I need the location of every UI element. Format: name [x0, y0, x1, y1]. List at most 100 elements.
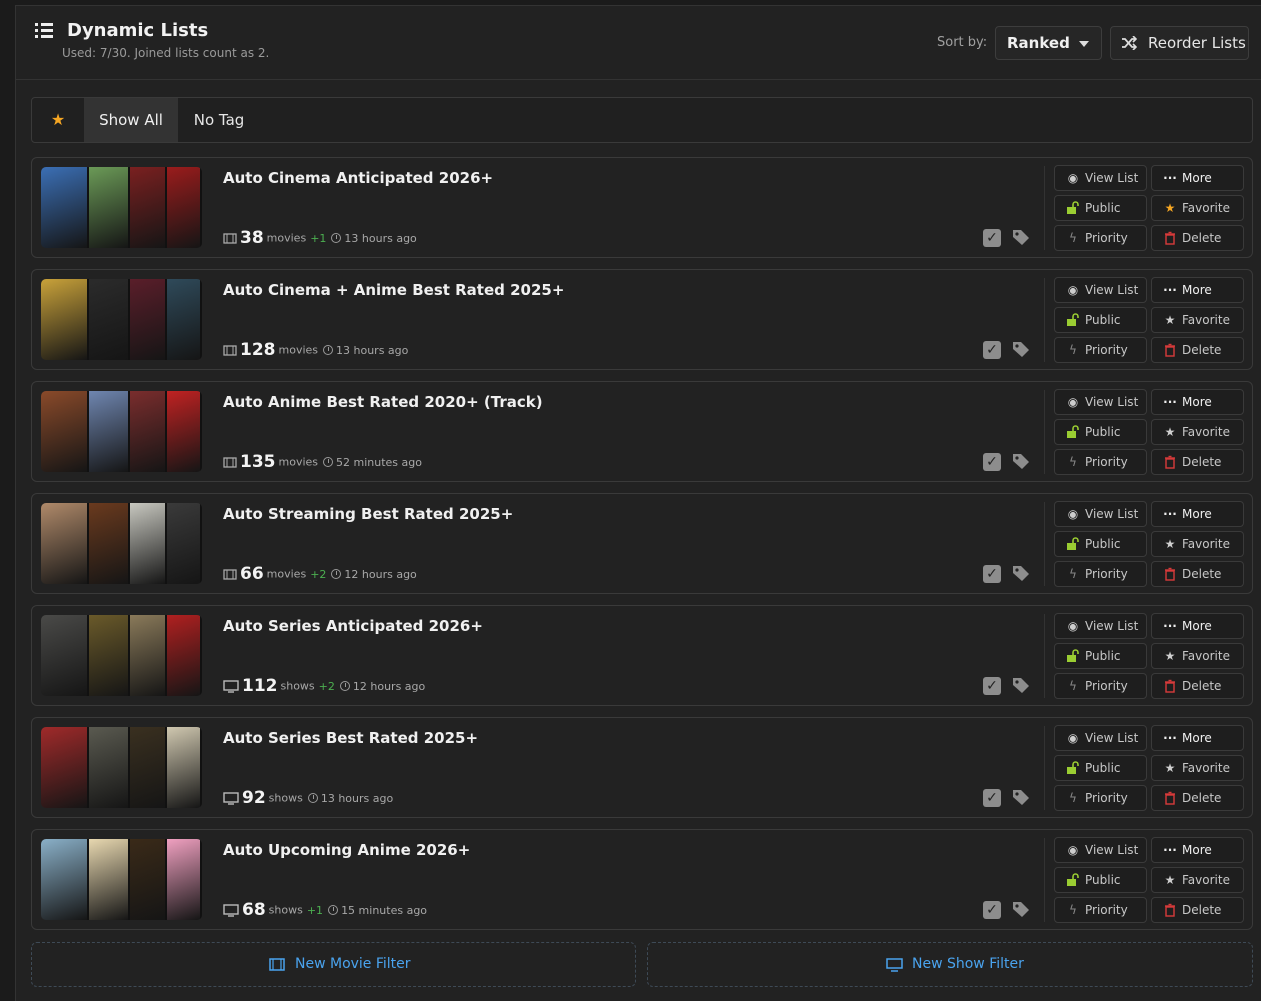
- poster-thumbnail: [89, 391, 130, 472]
- priority-button[interactable]: ϟ Priority: [1054, 561, 1147, 587]
- card-divider: [1044, 726, 1045, 810]
- tab-show-all[interactable]: Show All: [84, 98, 178, 142]
- item-count: 92: [242, 788, 266, 808]
- public-toggle-button[interactable]: Public: [1054, 307, 1147, 333]
- tag-icon[interactable]: [1012, 565, 1030, 582]
- delete-button[interactable]: Delete: [1151, 785, 1244, 811]
- poster-thumbnail: [89, 615, 130, 696]
- poster-strip[interactable]: [41, 391, 202, 472]
- tag-icon[interactable]: [1012, 453, 1030, 470]
- reorder-lists-button[interactable]: Reorder Lists: [1110, 26, 1249, 60]
- list-title[interactable]: Auto Cinema Anticipated 2026+: [223, 169, 493, 187]
- delete-button[interactable]: Delete: [1151, 897, 1244, 923]
- checkbox-icon[interactable]: ✓: [983, 229, 1001, 247]
- priority-button[interactable]: ϟ Priority: [1054, 449, 1147, 475]
- favorite-button[interactable]: ★ Favorite: [1151, 867, 1244, 893]
- poster-strip[interactable]: [41, 727, 202, 808]
- priority-button[interactable]: ϟ Priority: [1054, 897, 1147, 923]
- public-toggle-button[interactable]: Public: [1054, 643, 1147, 669]
- view-list-button[interactable]: ◉ View List: [1054, 725, 1147, 751]
- poster-strip[interactable]: [41, 615, 202, 696]
- public-toggle-button[interactable]: Public: [1054, 195, 1147, 221]
- delete-button[interactable]: Delete: [1151, 337, 1244, 363]
- favorite-label: Favorite: [1182, 649, 1230, 663]
- poster-thumbnail: [167, 279, 202, 360]
- more-button[interactable]: ··· More: [1151, 613, 1244, 639]
- tv-icon: [223, 903, 239, 917]
- new-movie-filter-button[interactable]: New Movie Filter: [31, 942, 636, 987]
- public-toggle-button[interactable]: Public: [1054, 419, 1147, 445]
- view-list-button[interactable]: ◉ View List: [1054, 277, 1147, 303]
- item-count: 135: [240, 452, 276, 472]
- list-title[interactable]: Auto Upcoming Anime 2026+: [223, 841, 470, 859]
- new-show-filter-button[interactable]: New Show Filter: [647, 942, 1253, 987]
- view-list-button[interactable]: ◉ View List: [1054, 389, 1147, 415]
- view-list-button[interactable]: ◉ View List: [1054, 501, 1147, 527]
- delete-button[interactable]: Delete: [1151, 561, 1244, 587]
- more-label: More: [1182, 843, 1212, 857]
- bolt-icon: ϟ: [1069, 343, 1077, 357]
- more-button[interactable]: ··· More: [1151, 277, 1244, 303]
- poster-strip[interactable]: [41, 167, 202, 248]
- poster-strip[interactable]: [41, 839, 202, 920]
- list-title[interactable]: Auto Series Anticipated 2026+: [223, 617, 483, 635]
- tag-filter-bar: ★ Show All No Tag: [31, 97, 1253, 143]
- more-button[interactable]: ··· More: [1151, 501, 1244, 527]
- tag-icon[interactable]: [1012, 789, 1030, 806]
- favorite-button[interactable]: ★ Favorite: [1151, 307, 1244, 333]
- more-button[interactable]: ··· More: [1151, 165, 1244, 191]
- priority-label: Priority: [1085, 567, 1128, 581]
- tag-icon[interactable]: [1012, 341, 1030, 358]
- favorite-button[interactable]: ★ Favorite: [1151, 195, 1244, 221]
- public-label: Public: [1085, 761, 1121, 775]
- sort-label: Sort by:: [937, 35, 988, 50]
- checkbox-icon[interactable]: ✓: [983, 565, 1001, 583]
- ellipsis-icon: ···: [1163, 283, 1177, 297]
- priority-button[interactable]: ϟ Priority: [1054, 673, 1147, 699]
- public-toggle-button[interactable]: Public: [1054, 755, 1147, 781]
- list-title[interactable]: Auto Cinema + Anime Best Rated 2025+: [223, 281, 564, 299]
- favorite-label: Favorite: [1182, 537, 1230, 551]
- public-toggle-button[interactable]: Public: [1054, 867, 1147, 893]
- star-icon[interactable]: ★: [32, 98, 84, 142]
- list-title[interactable]: Auto Anime Best Rated 2020+ (Track): [223, 393, 543, 411]
- favorite-button[interactable]: ★ Favorite: [1151, 419, 1244, 445]
- poster-thumbnail: [41, 503, 89, 584]
- sort-select[interactable]: Ranked: [995, 26, 1102, 60]
- favorite-button[interactable]: ★ Favorite: [1151, 643, 1244, 669]
- checkbox-icon[interactable]: ✓: [983, 789, 1001, 807]
- eye-icon: ◉: [1067, 843, 1079, 857]
- tab-no-tag[interactable]: No Tag: [178, 98, 260, 142]
- poster-strip[interactable]: [41, 279, 202, 360]
- unlock-icon: [1067, 313, 1079, 326]
- tag-icon[interactable]: [1012, 229, 1030, 246]
- delete-button[interactable]: Delete: [1151, 673, 1244, 699]
- public-toggle-button[interactable]: Public: [1054, 531, 1147, 557]
- trash-icon: [1165, 343, 1175, 357]
- more-button[interactable]: ··· More: [1151, 725, 1244, 751]
- priority-button[interactable]: ϟ Priority: [1054, 785, 1147, 811]
- favorite-button[interactable]: ★ Favorite: [1151, 755, 1244, 781]
- favorite-button[interactable]: ★ Favorite: [1151, 531, 1244, 557]
- view-list-button[interactable]: ◉ View List: [1054, 613, 1147, 639]
- more-button[interactable]: ··· More: [1151, 837, 1244, 863]
- delete-button[interactable]: Delete: [1151, 225, 1244, 251]
- delete-button[interactable]: Delete: [1151, 449, 1244, 475]
- view-list-button[interactable]: ◉ View List: [1054, 165, 1147, 191]
- list-title[interactable]: Auto Series Best Rated 2025+: [223, 729, 478, 747]
- priority-button[interactable]: ϟ Priority: [1054, 337, 1147, 363]
- tag-icon[interactable]: [1012, 677, 1030, 694]
- checkbox-icon[interactable]: ✓: [983, 901, 1001, 919]
- view-list-button[interactable]: ◉ View List: [1054, 837, 1147, 863]
- checkbox-icon[interactable]: ✓: [983, 677, 1001, 695]
- public-label: Public: [1085, 649, 1121, 663]
- unlock-icon: [1067, 873, 1079, 886]
- star-icon: ★: [1164, 761, 1176, 775]
- tag-icon[interactable]: [1012, 901, 1030, 918]
- checkbox-icon[interactable]: ✓: [983, 341, 1001, 359]
- more-button[interactable]: ··· More: [1151, 389, 1244, 415]
- list-title[interactable]: Auto Streaming Best Rated 2025+: [223, 505, 513, 523]
- poster-strip[interactable]: [41, 503, 202, 584]
- priority-button[interactable]: ϟ Priority: [1054, 225, 1147, 251]
- checkbox-icon[interactable]: ✓: [983, 453, 1001, 471]
